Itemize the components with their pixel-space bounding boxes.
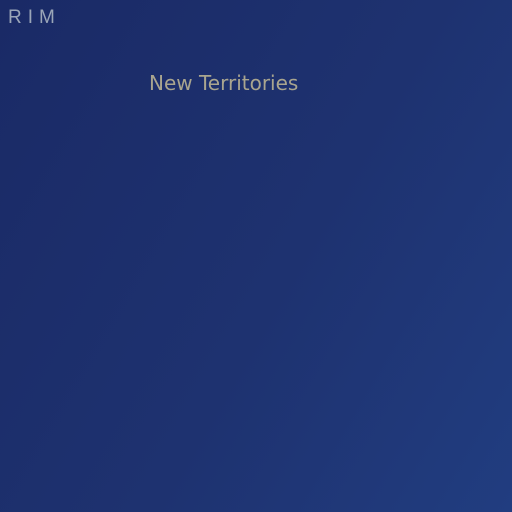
brand-logo-text: RIM [8,7,61,28]
page-canvas: RIM New Territories [0,0,512,512]
headline-title: New Territories [149,71,299,95]
